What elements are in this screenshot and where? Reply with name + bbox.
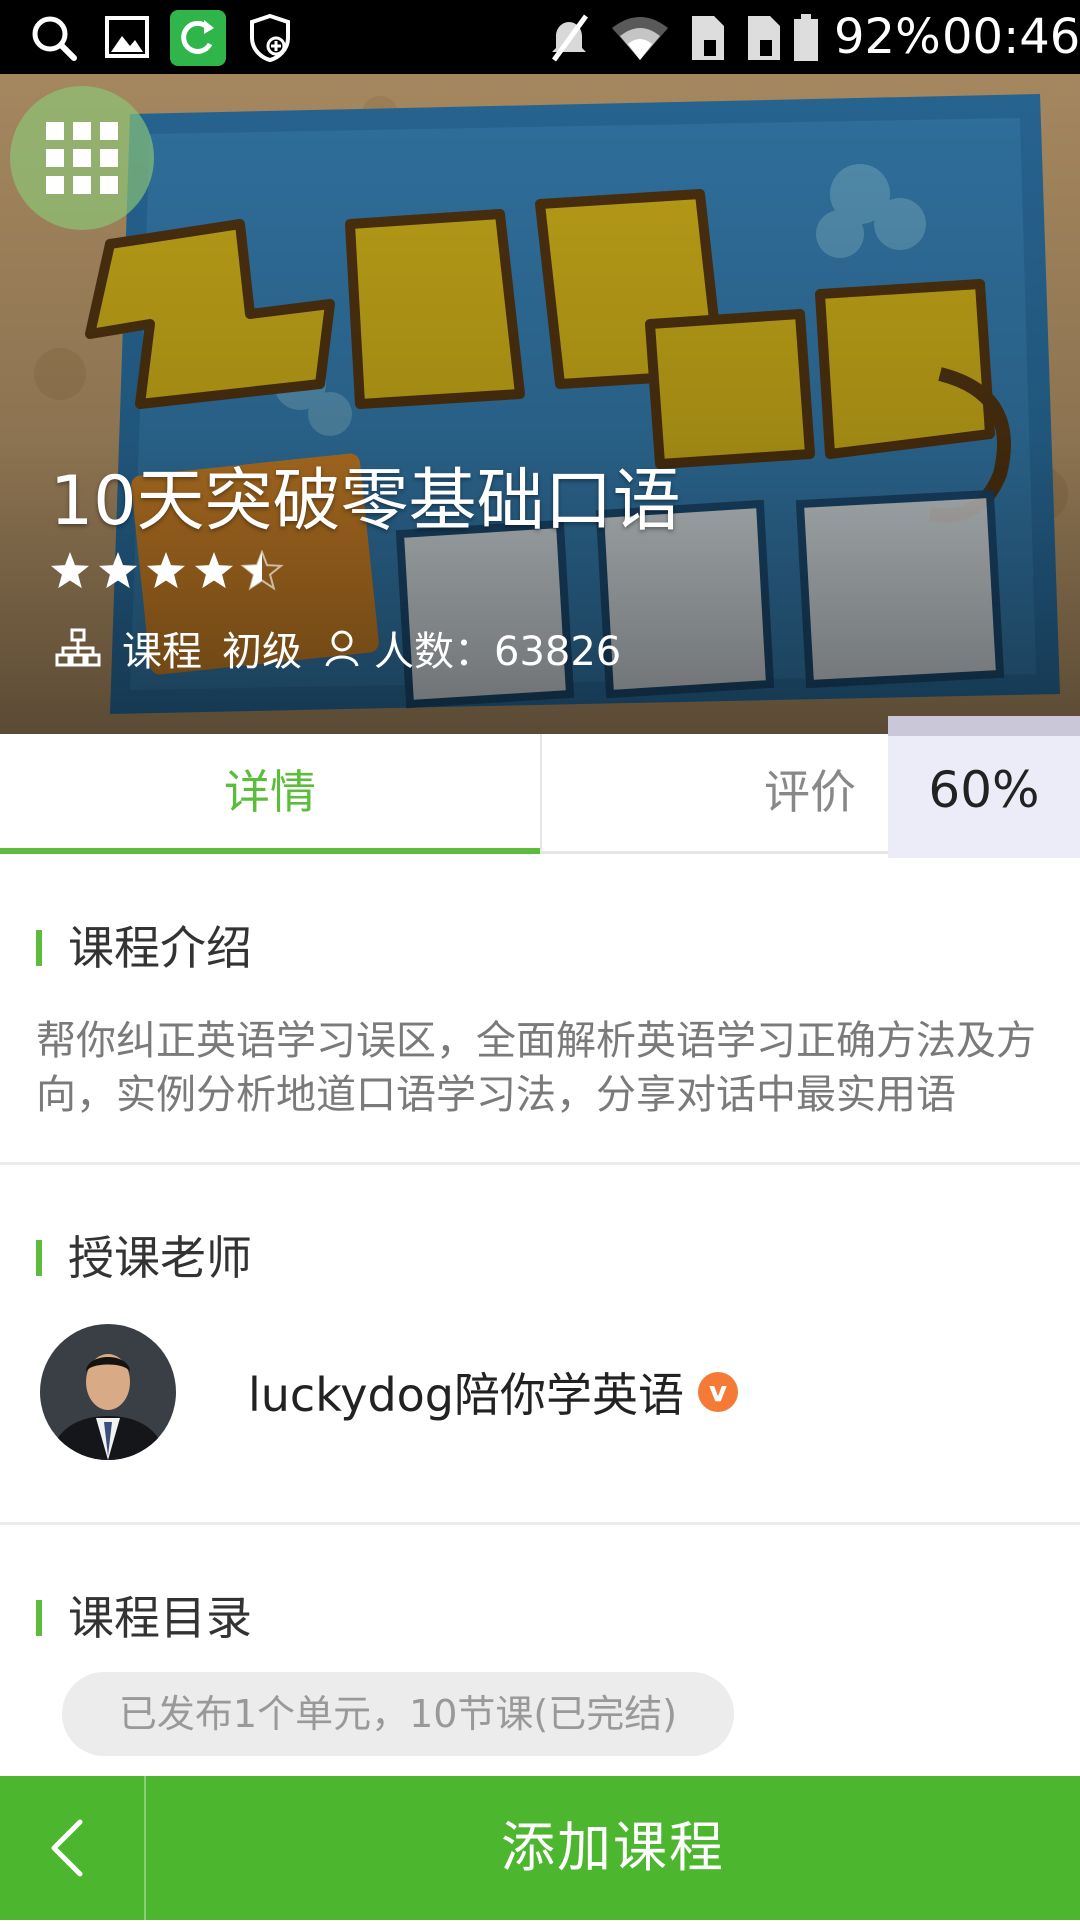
- star-icon: [50, 552, 90, 589]
- progress-overlay: 60%: [888, 716, 1080, 858]
- course-category: 课程: [122, 629, 202, 675]
- divider: [0, 1522, 1080, 1525]
- chevron-left-icon: [51, 1819, 83, 1877]
- section-marker: [36, 1240, 42, 1276]
- back-button[interactable]: [0, 1776, 144, 1920]
- wifi-icon: [612, 17, 668, 60]
- teacher-avatar[interactable]: [40, 1324, 176, 1460]
- sim1-icon: [692, 16, 724, 60]
- add-course-button[interactable]: 添加课程: [146, 1776, 1080, 1920]
- hierarchy-icon: [55, 628, 101, 667]
- course-meta: 课程 初级 人数：63826: [54, 620, 641, 676]
- intro-heading: 课程介绍: [68, 921, 252, 975]
- battery-percent: 92%: [834, 9, 941, 65]
- sim2-icon: [748, 16, 780, 60]
- grid-menu-icon: [46, 122, 118, 194]
- course-hero: 10天突破零基础口语 课程 初级 人数：63826: [0, 74, 1080, 734]
- course-level: 初级: [222, 629, 302, 675]
- star-icon: [146, 552, 186, 589]
- star-icon: [98, 552, 138, 589]
- section-marker: [36, 1600, 42, 1636]
- grid-menu-button[interactable]: [10, 86, 154, 230]
- teacher-row[interactable]: luckydog陪你学英语 v: [40, 1324, 738, 1460]
- battery-icon: [794, 14, 818, 61]
- catalog-heading: 课程目录: [68, 1591, 252, 1645]
- divider: [0, 1162, 1080, 1165]
- teacher-heading: 授课老师: [68, 1231, 252, 1285]
- verified-badge-icon: v: [698, 1372, 738, 1412]
- star-rating: [50, 550, 284, 591]
- clock: 00:46: [942, 9, 1080, 65]
- star-icon: [194, 552, 234, 589]
- course-title: 10天突破零基础口语: [50, 462, 681, 541]
- gallery-icon: [105, 16, 149, 58]
- intro-text: 帮你纠正英语学习误区，全面解析英语学习正确方法及方向，实例分析地道口语学习法，分…: [36, 1018, 1036, 1118]
- tab-details[interactable]: 详情: [0, 734, 540, 854]
- mute-icon: [551, 14, 589, 62]
- enrolled-count: 人数：63826: [374, 629, 622, 675]
- catalog-summary: 已发布1个单元，10节课(已完结): [62, 1672, 734, 1756]
- bottom-action-bar: 添加课程: [0, 1776, 1080, 1920]
- progress-percent: 60%: [928, 761, 1040, 819]
- tab-divider: [540, 734, 542, 851]
- refresh-app-icon: [170, 10, 226, 66]
- search-icon: [32, 16, 77, 61]
- tab-reviews[interactable]: 评价: [700, 734, 920, 851]
- shield-icon: [250, 13, 290, 63]
- section-marker: [36, 930, 42, 966]
- status-bar: 92% 00:46: [0, 0, 1080, 74]
- person-icon: [325, 630, 359, 667]
- teacher-name[interactable]: luckydog陪你学英语: [248, 1359, 684, 1425]
